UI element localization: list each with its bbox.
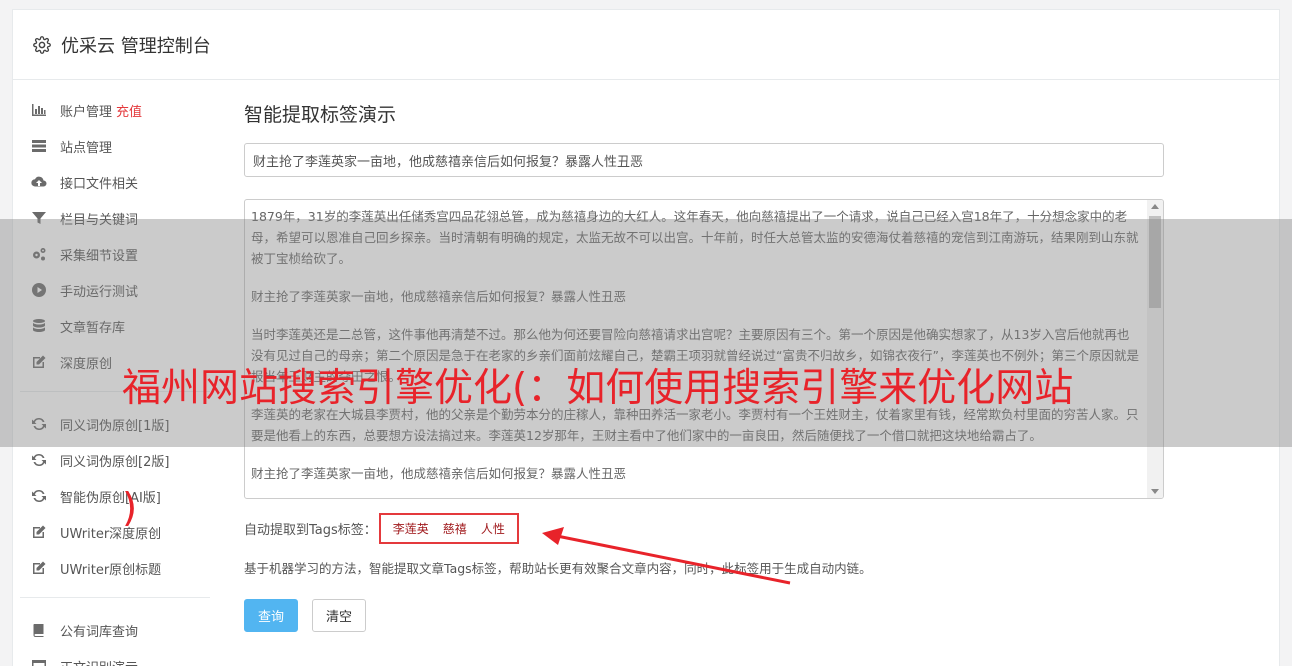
clear-button[interactable]: 清空 [312,599,366,632]
gear-icon [33,35,51,54]
sidebar-item-label: UWriter原创标题 [60,562,162,578]
window-icon [30,657,48,666]
sidebar-item-label: 公有词库查询 [60,624,139,640]
red-arrow-icon [542,527,791,585]
sidebar-item-label: UWriter深度原创 [60,526,162,542]
tags-box: 李莲英 慈禧 人性 [378,513,519,544]
section-heading: 智能提取标签演示 [244,104,397,126]
sidebar-item-label: 正文识别演示 [60,657,138,666]
sidebar-item-label: 接口文件相关 [60,176,139,192]
scroll-up-icon[interactable] [1151,204,1159,209]
sidebar-item-interface-files[interactable]: 接口文件相关 [20,164,210,200]
sidebar-item-sites[interactable]: 站点管理 [20,128,210,164]
sidebar-item-label: 智能伪原创[AI版] [60,490,161,506]
sidebar-item-ai-rewrite[interactable]: 智能伪原创[AI版] [20,478,210,514]
sidebar-item-label: 账户管理 [60,104,113,120]
watermark-text: 福州网站搜索引擎优化(：如何使用搜索引擎来优化网站 [122,366,1074,411]
recharge-link[interactable]: 充值 [116,101,142,120]
tag: 慈禧 [442,522,467,536]
scroll-down-icon[interactable] [1151,489,1159,494]
sidebar-item-uwriter-deep[interactable]: UWriter深度原创 [20,514,210,550]
refresh-icon [30,487,48,505]
book-icon [30,621,48,639]
page-title: 优采云 管理控制台 [61,35,211,57]
sidebar-item-public-lexicon[interactable]: 公有词库查询 [20,612,210,648]
query-button[interactable]: 查询 [244,599,298,632]
article-title-input[interactable] [244,143,1164,177]
sidebar-item-label: 同义词伪原创[2版] [60,454,170,470]
sidebar-divider [20,597,210,598]
tags-label: 自动提取到Tags标签： [244,523,377,538]
sidebar-item-account[interactable]: 账户管理 充值 [20,92,210,128]
server-icon [30,137,48,155]
tag: 李莲英 [392,522,429,536]
bar-chart-icon [30,101,48,119]
refresh-icon [30,451,48,469]
edit-icon [30,523,48,541]
tag: 人性 [480,522,505,536]
sidebar-item-label: 站点管理 [60,140,113,156]
button-row: 查询 清空 [244,599,1166,632]
sidebar-item-uwriter-title[interactable]: UWriter原创标题 [20,550,210,586]
sidebar-item-content-detection[interactable]: 正文识别演示 [20,648,210,666]
cloud-upload-icon [30,173,48,191]
edit-icon [30,559,48,577]
header: 优采云 管理控制台 [13,10,1279,80]
watermark-text-paren: ) [122,486,138,531]
sidebar-item-synonym-v2[interactable]: 同义词伪原创[2版] [20,442,210,478]
content-paragraph: 财主抢了李莲英家一亩地，他成慈禧亲信后如何报复？暴露人性丑恶 [251,466,627,481]
